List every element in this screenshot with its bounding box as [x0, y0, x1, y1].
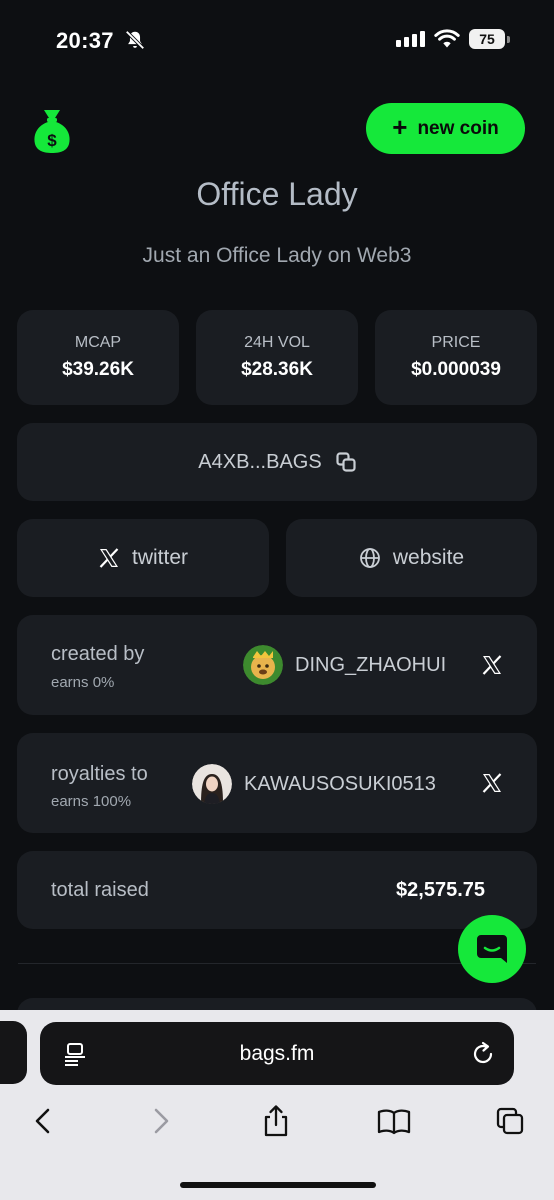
- home-indicator: [180, 1182, 376, 1188]
- new-coin-button[interactable]: + new coin: [366, 103, 525, 154]
- stat-label: MCAP: [74, 334, 122, 351]
- website-link-button[interactable]: website: [286, 519, 537, 597]
- token-description: Just an Office Lady on Web3: [142, 244, 412, 267]
- stat-price: PRICE $0.000039: [375, 310, 537, 405]
- divider: [18, 963, 536, 964]
- globe-icon: [359, 548, 380, 568]
- avatar: [243, 645, 283, 685]
- bookmarks-icon[interactable]: [376, 1104, 412, 1138]
- contract-address-copy[interactable]: A4XB...BAGS: [17, 423, 537, 501]
- battery-indicator: 75: [469, 29, 510, 49]
- creator-username: DING_ZHAOHUI: [295, 653, 447, 676]
- url-text: bags.fm: [239, 1042, 315, 1065]
- plus-icon: +: [392, 112, 408, 142]
- website-label: website: [392, 546, 465, 569]
- creator-earns: earns 0%: [51, 674, 115, 691]
- token-name: Office Lady: [196, 176, 358, 212]
- total-raised-card: total raised $2,575.75: [17, 851, 537, 929]
- status-bar: 20:37 75: [0, 0, 554, 80]
- royalties-username: KAWAUSOSUKI0513: [244, 772, 436, 795]
- total-raised-label: total raised: [51, 879, 149, 901]
- royalties-profile[interactable]: KAWAUSOSUKI0513: [192, 764, 436, 804]
- royalties-earns: earns 100%: [51, 793, 132, 810]
- twitter-link-button[interactable]: twitter: [17, 519, 269, 597]
- svg-text:$: $: [47, 131, 57, 150]
- previous-tab-edge[interactable]: [0, 1021, 27, 1084]
- money-bag-icon[interactable]: $: [32, 106, 72, 154]
- tabs-icon[interactable]: [495, 1104, 525, 1138]
- reload-icon[interactable]: [470, 1041, 496, 1067]
- new-coin-label: new coin: [417, 117, 499, 139]
- chat-icon: [477, 935, 507, 963]
- twitter-label: twitter: [131, 546, 188, 569]
- x-logo-icon[interactable]: [481, 772, 503, 794]
- status-time: 20:37: [56, 28, 114, 53]
- wifi-icon: [434, 29, 460, 48]
- contract-address: A4XB...BAGS: [198, 450, 322, 473]
- avatar: [192, 764, 232, 804]
- stat-mcap: MCAP $39.26K: [17, 310, 179, 405]
- forward-icon[interactable]: [146, 1104, 176, 1138]
- stat-label: 24H VOL: [244, 334, 310, 351]
- signal-icon: [396, 31, 425, 47]
- creator-card: created by earns 0% DING_ZHAOHUI: [17, 615, 537, 715]
- stat-label: PRICE: [431, 334, 481, 351]
- chat-support-button[interactable]: [458, 915, 526, 983]
- creator-profile[interactable]: DING_ZHAOHUI: [243, 645, 446, 685]
- stat-value: $0.000039: [411, 359, 501, 380]
- creator-label: created by: [51, 643, 145, 665]
- x-logo-icon[interactable]: [481, 654, 503, 676]
- share-icon[interactable]: [261, 1104, 291, 1138]
- copy-icon: [336, 452, 356, 472]
- royalties-label: royalties to: [51, 763, 148, 785]
- royalties-card: royalties to earns 100% KAWAUSOSUKI0513: [17, 733, 537, 833]
- back-icon[interactable]: [28, 1104, 58, 1138]
- bell-muted-icon: [125, 30, 145, 50]
- x-logo-icon: [99, 548, 119, 568]
- total-raised-value: $2,575.75: [396, 879, 485, 901]
- stat-value: $39.26K: [62, 359, 134, 380]
- address-bar[interactable]: bags.fm: [40, 1022, 514, 1085]
- stat-24h-vol: 24H VOL $28.36K: [196, 310, 358, 405]
- stat-value: $28.36K: [241, 359, 313, 380]
